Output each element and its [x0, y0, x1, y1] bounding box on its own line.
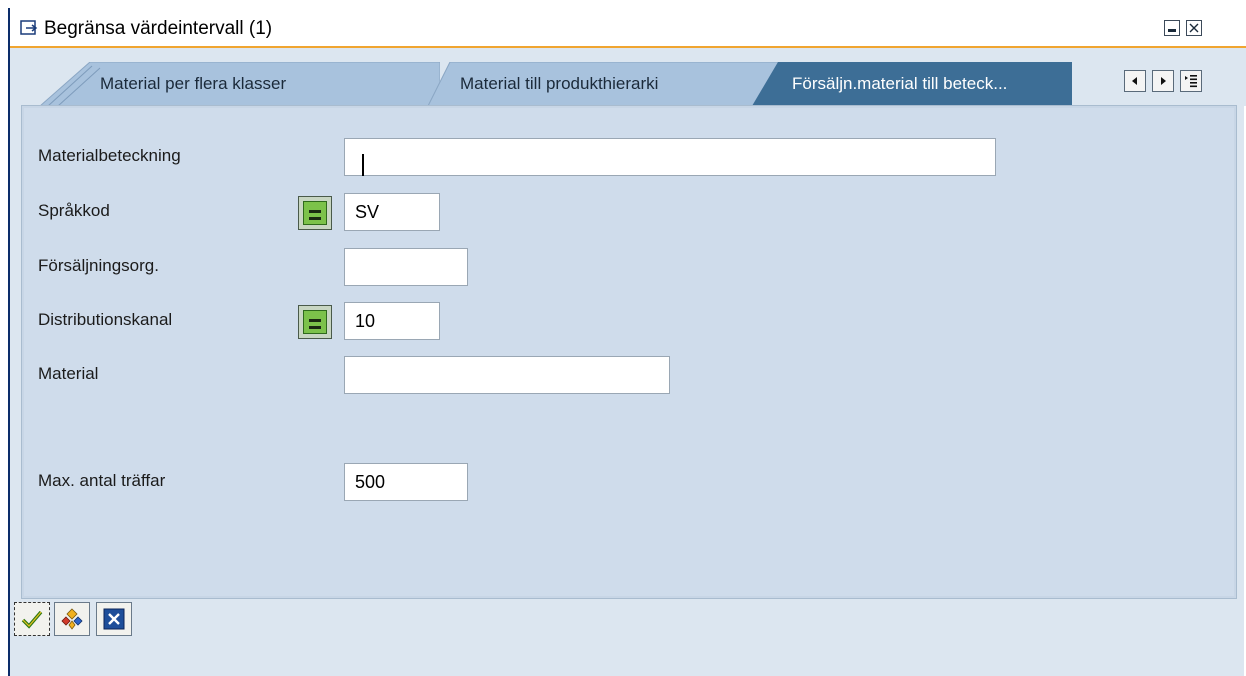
equals-operator-icon[interactable] [298, 196, 332, 230]
tab-label: Material per flera klasser [100, 74, 287, 93]
sprakkod-label: Språkkod [38, 201, 110, 220]
text-cursor [362, 154, 364, 176]
tab-material-per-flera-klasser[interactable]: Material per flera klasser [40, 62, 440, 106]
arrow-left-icon[interactable] [1124, 70, 1146, 92]
cancel-button[interactable] [96, 602, 132, 636]
sprakkod-input[interactable] [344, 193, 440, 231]
equals-operator-icon[interactable] [298, 305, 332, 339]
material-label: Material [38, 364, 99, 383]
selection-form [21, 105, 1237, 599]
max-antal-traffar-label: Max. antal träffar [38, 471, 166, 490]
tab-material-till-produkthierarki[interactable]: Material till produkthierarki [428, 62, 778, 106]
minimize-icon[interactable] [1164, 20, 1180, 36]
arrow-right-icon[interactable] [1152, 70, 1174, 92]
material-input[interactable] [344, 356, 670, 394]
checkmark-icon [21, 610, 43, 629]
tab-label: Material till produkthierarki [460, 74, 659, 93]
tab-list-icon[interactable] [1180, 70, 1202, 92]
forsaljningsorg-label: Försäljningsorg. [38, 256, 159, 275]
distributionskanal-input[interactable] [344, 302, 440, 340]
confirm-button[interactable] [14, 602, 50, 636]
tab-label: Försäljn.material till beteck... [792, 74, 1008, 93]
materialbeteckning-label: Materialbeteckning [38, 146, 181, 165]
distributionskanal-label: Distributionskanal [38, 310, 173, 329]
materialbeteckning-input[interactable] [344, 138, 996, 176]
dialog-titlebar: Begränsa värdeintervall (1) [10, 8, 1246, 48]
max-antal-traffar-input[interactable] [344, 463, 468, 501]
forsaljningsorg-input[interactable] [344, 248, 468, 286]
multiple-selection-icon [61, 608, 83, 630]
value-restriction-dialog: Begränsa värdeintervall (1) Material per… [8, 8, 1246, 676]
cancel-icon [103, 608, 125, 630]
tab-strip: Material per flera klasser Material till… [10, 48, 1246, 106]
tab-forsaljn-material-till-beteck[interactable]: Försäljn.material till beteck... [752, 62, 1072, 106]
multiple-selection-button[interactable] [54, 602, 90, 636]
dialog-icon [20, 20, 38, 35]
close-icon[interactable] [1186, 20, 1202, 36]
dialog-title: Begränsa värdeintervall (1) [44, 18, 273, 39]
